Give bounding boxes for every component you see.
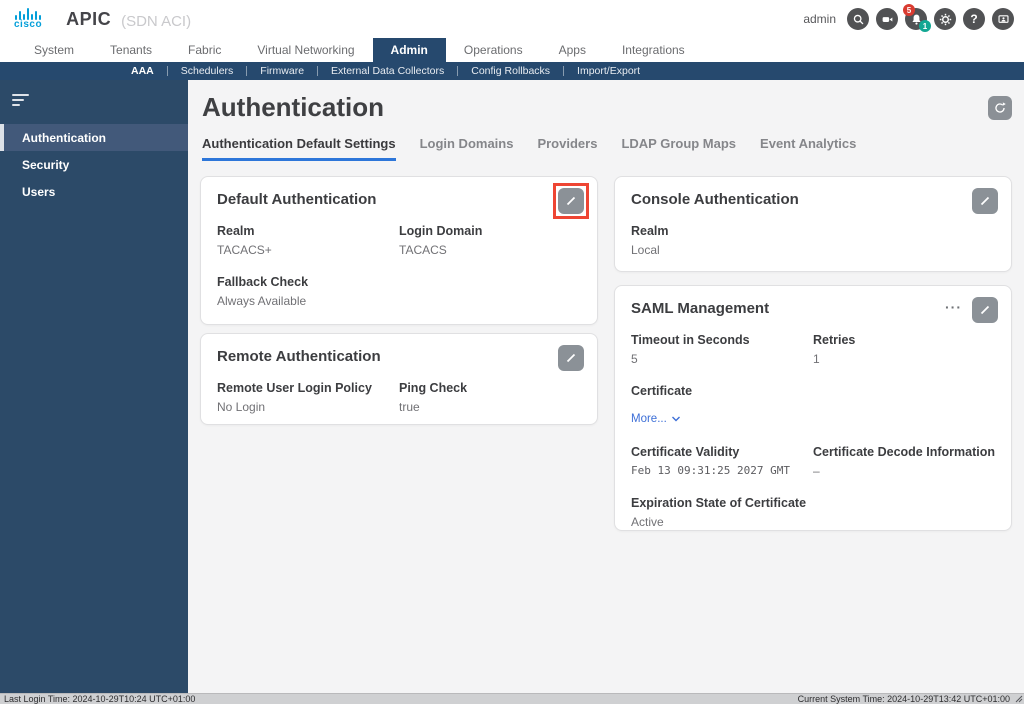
field-realm: Realm Local [631, 224, 813, 257]
subnav-config-rollbacks[interactable]: Config Rollbacks [458, 66, 564, 76]
console-auth-edit-button[interactable] [972, 188, 998, 214]
page-title: Authentication [202, 92, 384, 123]
nav-tab-virtual-networking[interactable]: Virtual Networking [239, 38, 372, 62]
alert-count-badge[interactable]: 5 [903, 4, 915, 16]
field-spacer [813, 384, 995, 427]
top-header: cisco APIC (SDN ACI) admin 5 1 ? [0, 0, 1024, 38]
subnav-aaa[interactable]: AAA [118, 66, 168, 76]
saml-management-card: SAML Management ··· Timeout in Seconds 5… [614, 285, 1012, 531]
field-ping-check: Ping Check true [399, 381, 581, 414]
field-fallback-check: Fallback Check Always Available [217, 275, 399, 308]
certificate-more-link[interactable]: More... [631, 413, 681, 425]
tab-authentication-default-settings[interactable]: Authentication Default Settings [202, 136, 396, 161]
console-authentication-card: Console Authentication Realm Local [614, 176, 1012, 272]
sidebar-item-security[interactable]: Security [0, 151, 188, 178]
card-title: Default Authentication [217, 191, 581, 208]
highlight-box [553, 183, 589, 219]
app-subtitle: (SDN ACI) [121, 13, 191, 30]
sub-nav: AAA Schedulers Firmware External Data Co… [0, 62, 1024, 80]
subnav-firmware[interactable]: Firmware [247, 66, 318, 76]
video-feedback-icon[interactable] [876, 8, 898, 30]
remote-authentication-card: Remote Authentication Remote User Login … [200, 333, 598, 425]
field-remote-user-login-policy: Remote User Login Policy No Login [217, 381, 399, 414]
nav-tab-tenants[interactable]: Tenants [92, 38, 170, 62]
status-bar: Last Login Time: 2024-10-29T10:24 UTC+01… [0, 693, 1024, 704]
app-title: APIC [66, 9, 111, 30]
field-timeout: Timeout in Seconds 5 [631, 333, 813, 366]
subnav-external-data-collectors[interactable]: External Data Collectors [318, 66, 458, 76]
help-icon[interactable]: ? [963, 8, 985, 30]
subnav-schedulers[interactable]: Schedulers [168, 66, 248, 76]
brand: cisco APIC (SDN ACI) [14, 8, 191, 30]
info-count-badge[interactable]: 1 [919, 20, 931, 32]
tab-providers[interactable]: Providers [537, 136, 597, 161]
refresh-icon[interactable] [988, 96, 1012, 120]
nav-tab-admin[interactable]: Admin [373, 38, 446, 62]
card-title: Remote Authentication [217, 348, 581, 365]
nav-tab-operations[interactable]: Operations [446, 38, 541, 62]
cisco-logo: cisco [14, 8, 42, 30]
nav-tab-fabric[interactable]: Fabric [170, 38, 239, 62]
system-tools-icon[interactable] [992, 8, 1014, 30]
help-glyph: ? [970, 12, 977, 26]
main-nav: System Tenants Fabric Virtual Networking… [0, 38, 1024, 62]
main-content: Authentication Authentication Default Se… [188, 80, 1024, 693]
apic-window: cisco APIC (SDN ACI) admin 5 1 ? [0, 0, 1024, 704]
nav-tab-integrations[interactable]: Integrations [604, 38, 703, 62]
tab-login-domains[interactable]: Login Domains [420, 136, 514, 161]
more-menu-icon[interactable]: ··· [945, 302, 962, 318]
nav-tab-apps[interactable]: Apps [541, 38, 604, 62]
search-icon[interactable] [847, 8, 869, 30]
sidebar: Authentication Security Users [0, 80, 188, 693]
notifications-bell-icon[interactable]: 5 1 [905, 8, 927, 30]
field-certificate-validity: Certificate Validity Feb 13 09:31:25 202… [631, 445, 813, 478]
card-title: Console Authentication [631, 191, 995, 208]
saml-edit-button[interactable] [972, 297, 998, 323]
resize-handle[interactable] [1015, 695, 1023, 703]
sidebar-item-authentication[interactable]: Authentication [0, 124, 188, 151]
default-authentication-card: Default Authentication Realm TACACS+ Log… [200, 176, 598, 325]
default-auth-edit-button[interactable] [558, 188, 584, 214]
header-actions: admin 5 1 ? [803, 8, 1014, 30]
field-retries: Retries 1 [813, 333, 995, 366]
card-title: SAML Management [631, 300, 995, 317]
chevron-down-icon [671, 415, 681, 423]
sidebar-item-users[interactable]: Users [0, 178, 188, 205]
username-label[interactable]: admin [803, 12, 836, 26]
subnav-import-export[interactable]: Import/Export [564, 66, 653, 76]
remote-auth-edit-button[interactable] [558, 345, 584, 371]
field-expiration-state: Expiration State of Certificate Active [631, 496, 813, 529]
field-realm: Realm TACACS+ [217, 224, 399, 257]
last-login-time: Last Login Time: 2024-10-29T10:24 UTC+01… [4, 695, 195, 704]
content-tabs: Authentication Default Settings Login Do… [202, 136, 856, 161]
field-certificate-decode: Certificate Decode Information – [813, 445, 995, 478]
tab-event-analytics[interactable]: Event Analytics [760, 136, 856, 161]
current-system-time: Current System Time: 2024-10-29T13:42 UT… [798, 695, 1010, 704]
field-certificate: Certificate More... [631, 384, 813, 427]
settings-gear-icon[interactable] [934, 8, 956, 30]
tab-ldap-group-maps[interactable]: LDAP Group Maps [621, 136, 736, 161]
field-login-domain: Login Domain TACACS [399, 224, 581, 257]
cisco-wordmark: cisco [14, 20, 42, 30]
nav-tab-system[interactable]: System [16, 38, 92, 62]
collapse-menu-icon[interactable] [12, 94, 30, 106]
